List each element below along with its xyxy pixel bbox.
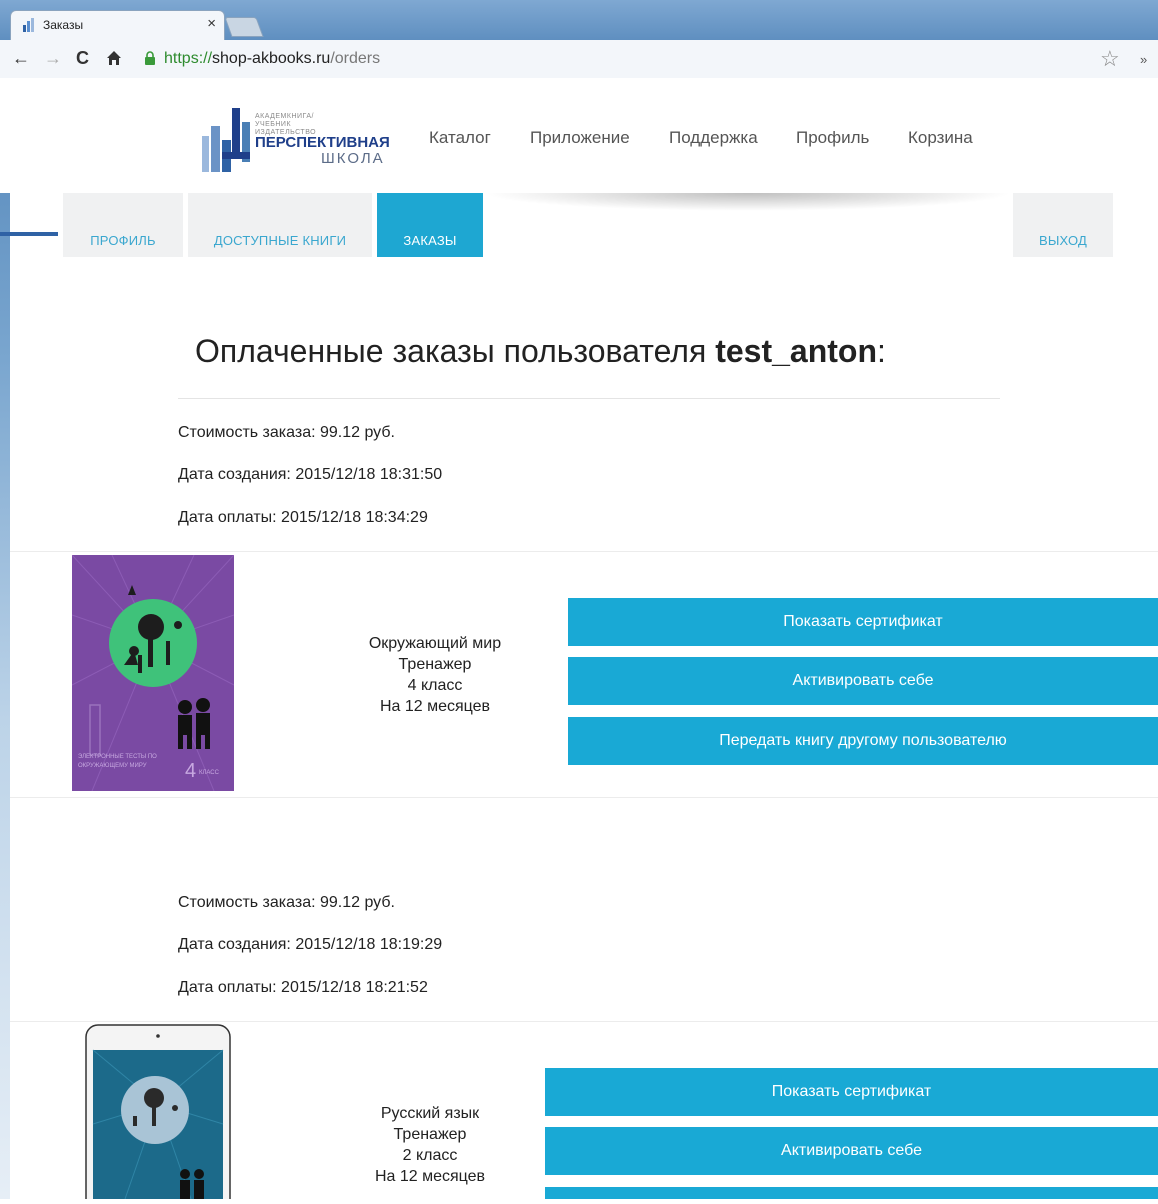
- tab-profile[interactable]: ПРОФИЛЬ: [63, 193, 183, 257]
- logo-title-line1: ПЕРСПЕКТИВНАЯ: [255, 134, 390, 151]
- book-grade: 2 класс: [402, 1147, 458, 1164]
- page-title: Оплаченные заказы пользователя test_anto…: [195, 333, 886, 369]
- logo-title-line2: ШКОЛА: [321, 150, 385, 167]
- book-term: На 12 месяцев: [374, 1168, 486, 1185]
- decorative-divider: [0, 232, 58, 236]
- book-cover: ЭЛЕКТРОННЫЕ ТЕСТЫ ПО ОКРУЖАЮЩЕМУ МИРУ 4 …: [71, 554, 235, 792]
- book-grade: 4 класс: [407, 677, 463, 694]
- order-paid-date: Дата оплаты: 2015/12/18 18:34:29: [178, 509, 428, 526]
- order-cost: Стоимость заказа: 99.12 руб.: [178, 424, 395, 441]
- cover-grade-number: 4: [185, 760, 197, 782]
- site-logo[interactable]: АКАДЕМКНИГА/УЧЕБНИК ИЗДАТЕЛЬСТВО ПЕРСПЕК…: [198, 98, 398, 178]
- new-tab-button[interactable]: [224, 17, 264, 37]
- tab-available-books-label: ДОСТУПНЫЕ КНИГИ: [213, 233, 347, 248]
- page-favicon-icon: [23, 18, 34, 32]
- menu-support[interactable]: Поддержка: [669, 128, 758, 148]
- bookmark-star-icon[interactable]: ☆: [1100, 48, 1120, 70]
- tab-logout[interactable]: ВЫХОД: [1013, 193, 1113, 257]
- book-subject: Русский язык: [380, 1105, 480, 1122]
- menu-cart[interactable]: Корзина: [908, 128, 973, 148]
- activate-self-button[interactable]: Активировать себе: [568, 657, 1158, 705]
- book-info: Окружающий мир Тренажер 4 класс На 12 ме…: [315, 633, 555, 717]
- transfer-book-button[interactable]: [545, 1187, 1158, 1199]
- username: test_anton: [715, 333, 877, 369]
- logo-bars-icon: [202, 108, 250, 172]
- tab-available-books[interactable]: ДОСТУПНЫЕ КНИГИ: [188, 193, 372, 257]
- home-icon[interactable]: [106, 50, 122, 66]
- browser-toolbar: ← → C https://shop-akbooks.ru/orders ☆ »: [0, 40, 1158, 79]
- lock-icon: [145, 51, 155, 65]
- tab-title: Заказы: [43, 18, 84, 32]
- show-certificate-button[interactable]: Показать сертификат: [568, 598, 1158, 646]
- back-arrow-icon[interactable]: ←: [12, 48, 30, 68]
- cover-caption: ЭЛЕКТРОННЫЕ ТЕСТЫ ПО ОКРУЖАЮЩЕМУ МИРУ: [78, 754, 157, 769]
- menu-profile[interactable]: Профиль: [796, 128, 869, 148]
- close-tab-icon[interactable]: ×: [207, 15, 216, 32]
- menu-app[interactable]: Приложение: [530, 128, 630, 148]
- row-divider: [10, 551, 1158, 552]
- cover-grade-word: КЛАСС: [199, 770, 219, 776]
- row-divider: [10, 1021, 1158, 1022]
- show-certificate-button[interactable]: Показать сертификат: [545, 1068, 1158, 1116]
- book-type: Тренажер: [398, 656, 472, 673]
- extensions-chevron-icon[interactable]: »: [1140, 52, 1147, 67]
- order-cost: Стоимость заказа: 99.12 руб.: [178, 894, 395, 911]
- browser-tab-bar: Заказы ×: [0, 0, 1158, 40]
- order-paid-date: Дата оплаты: 2015/12/18 18:21:52: [178, 979, 428, 996]
- account-tabs: ПРОФИЛЬ ДОСТУПНЫЕ КНИГИ ЗАКАЗЫ ВЫХОД: [63, 193, 1113, 257]
- book-term: На 12 месяцев: [379, 698, 491, 715]
- title-divider: [178, 398, 1000, 399]
- browser-tab[interactable]: Заказы ×: [10, 10, 225, 40]
- tab-profile-label: ПРОФИЛЬ: [90, 233, 156, 248]
- book-info: Русский язык Тренажер 2 класс На 12 меся…: [310, 1103, 550, 1187]
- activate-self-button[interactable]: Активировать себе: [545, 1127, 1158, 1175]
- url-text: https://shop-akbooks.ru/orders: [164, 50, 381, 67]
- transfer-book-button[interactable]: Передать книгу другому пользователю: [568, 717, 1158, 765]
- tablet-book-cover-image: [85, 1024, 231, 1204]
- site-header: АКАДЕМКНИГА/УЧЕБНИК ИЗДАТЕЛЬСТВО ПЕРСПЕК…: [0, 78, 1158, 193]
- tab-logout-label: ВЫХОД: [1038, 233, 1088, 248]
- order-created-date: Дата создания: 2015/12/18 18:19:29: [178, 936, 443, 953]
- book-type: Тренажер: [393, 1126, 467, 1143]
- address-bar[interactable]: https://shop-akbooks.ru/orders: [140, 46, 1100, 72]
- tab-orders-label: ЗАКАЗЫ: [403, 233, 457, 248]
- forward-arrow-icon[interactable]: →: [44, 48, 62, 68]
- book-cover: [85, 1024, 231, 1204]
- menu-catalog[interactable]: Каталог: [429, 128, 491, 148]
- order-created-date: Дата создания: 2015/12/18 18:31:50: [178, 466, 443, 483]
- row-divider: [10, 797, 1158, 798]
- reload-icon[interactable]: C: [76, 48, 89, 68]
- book-subject: Окружающий мир: [368, 635, 502, 652]
- tab-orders[interactable]: ЗАКАЗЫ: [377, 193, 483, 257]
